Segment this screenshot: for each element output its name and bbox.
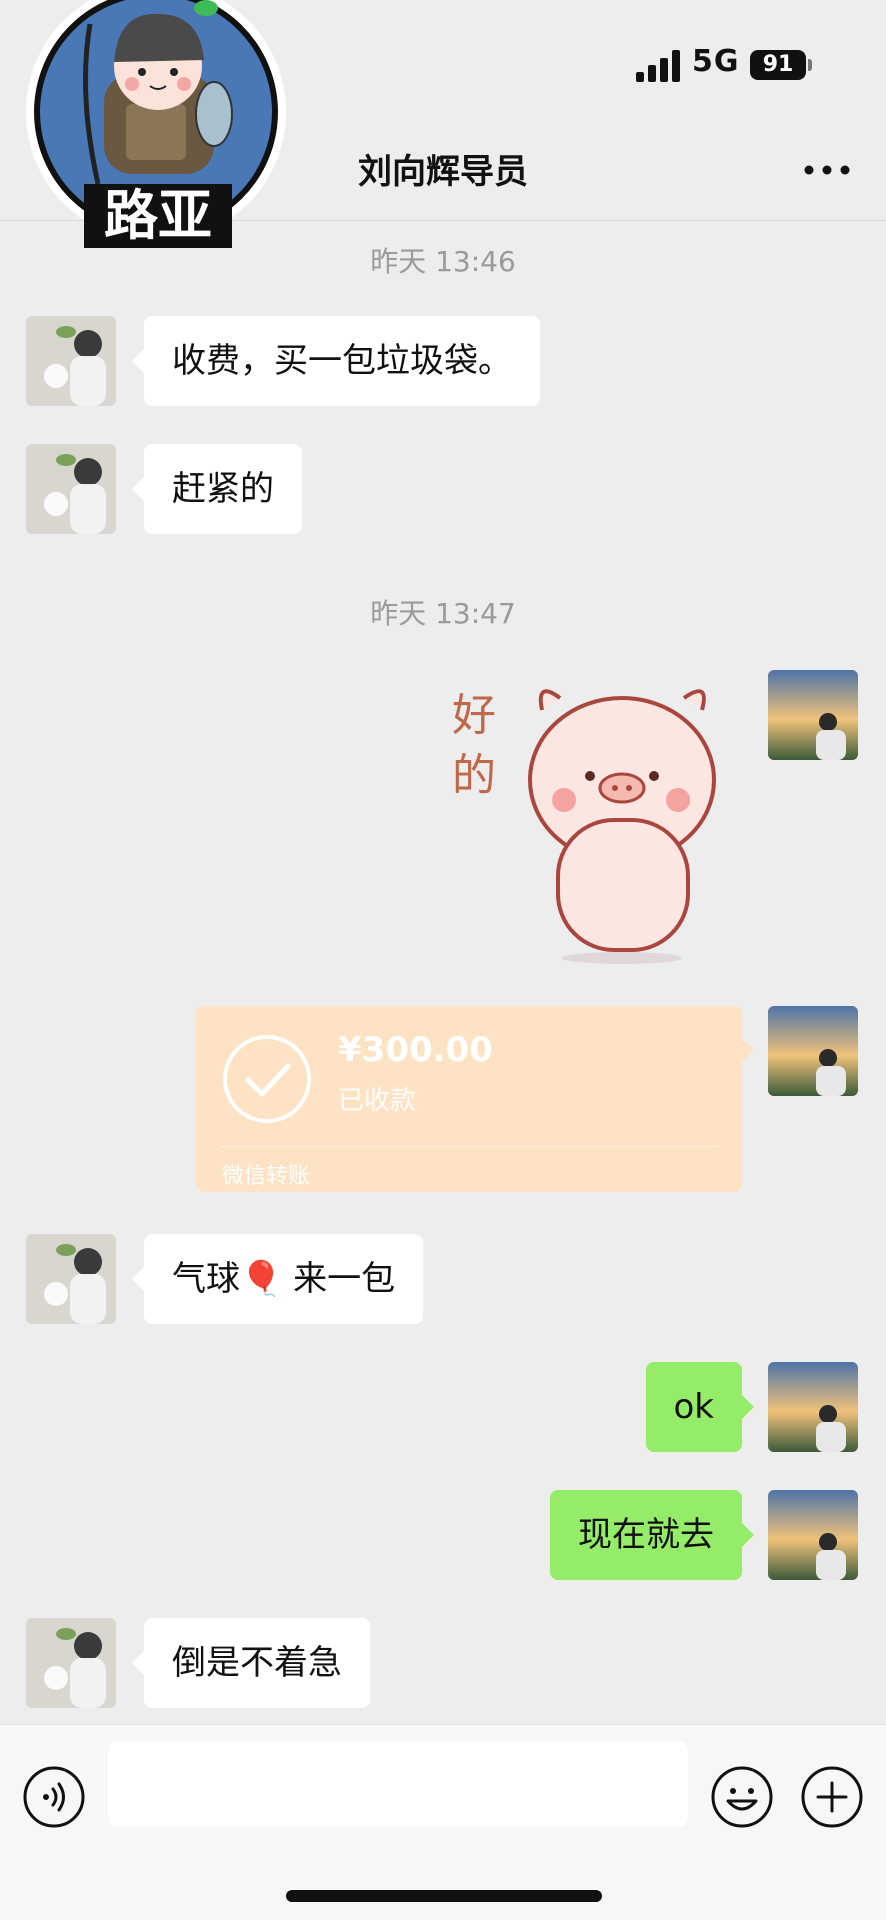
my-avatar-image (768, 1006, 858, 1096)
contact-avatar[interactable] (26, 444, 116, 534)
my-avatar-image (768, 670, 858, 760)
battery-tip (808, 59, 812, 71)
contact-avatar[interactable] (26, 1618, 116, 1708)
timestamp: 昨天 13:47 (370, 597, 516, 630)
transfer-status: 已收款 (338, 1086, 417, 1116)
transfer-footer: 微信转账 (222, 1164, 311, 1189)
message-bubble[interactable]: 收费，买一包垃圾袋。 (132, 316, 540, 406)
my-avatar[interactable] (768, 1490, 858, 1580)
chat-screen: 5G 91 刘向辉导员 路亚 昨天 13:46 收费，买一包垃圾袋。 赶紧的 昨… (0, 0, 886, 1920)
sticker-label-2: 的 (452, 750, 496, 801)
message-bubble[interactable]: 现在就去 (550, 1490, 754, 1580)
message-bubble[interactable]: 气球🎈 来一包 (131, 1234, 424, 1324)
more-dots-icon[interactable] (800, 150, 854, 190)
message-input[interactable] (108, 1741, 688, 1827)
transfer-amount: ¥300.00 (338, 1030, 493, 1070)
my-avatar[interactable] (768, 1362, 858, 1452)
voice-icon[interactable] (22, 1765, 86, 1829)
my-avatar[interactable] (768, 670, 858, 760)
network-type: 5G (692, 44, 740, 79)
timestamp: 昨天 13:46 (370, 245, 516, 278)
message-bubble[interactable]: 倒是不着急 (132, 1618, 370, 1708)
home-indicator[interactable] (286, 1890, 602, 1902)
battery-level: 91 (750, 50, 806, 80)
plus-icon[interactable] (800, 1765, 864, 1829)
emoji-icon[interactable] (710, 1765, 774, 1829)
my-avatar-image (768, 1490, 858, 1580)
pig-sticker[interactable]: 好 的 (440, 670, 740, 970)
sticker-text: 路亚 (104, 184, 212, 247)
contact-avatar-image (26, 444, 116, 534)
contact-avatar[interactable] (26, 1234, 116, 1324)
signal-bars-icon (636, 50, 680, 82)
message-bubble[interactable]: ok (645, 1362, 754, 1452)
transfer-card[interactable]: ¥300.00 已收款 微信转账 (196, 1006, 754, 1192)
check-circle-icon (223, 1035, 311, 1123)
my-avatar[interactable] (768, 1006, 858, 1096)
transfer-divider (220, 1146, 718, 1147)
my-avatar-image (768, 1362, 858, 1452)
contact-avatar-image (26, 1618, 116, 1708)
contact-avatar-image (26, 1234, 116, 1324)
contact-avatar-image (26, 316, 116, 406)
fishing-sticker: 路亚 (26, 0, 286, 248)
contact-avatar[interactable] (26, 316, 116, 406)
message-bubble[interactable]: 赶紧的 (132, 444, 302, 534)
sticker-label-1: 好 (452, 690, 496, 741)
